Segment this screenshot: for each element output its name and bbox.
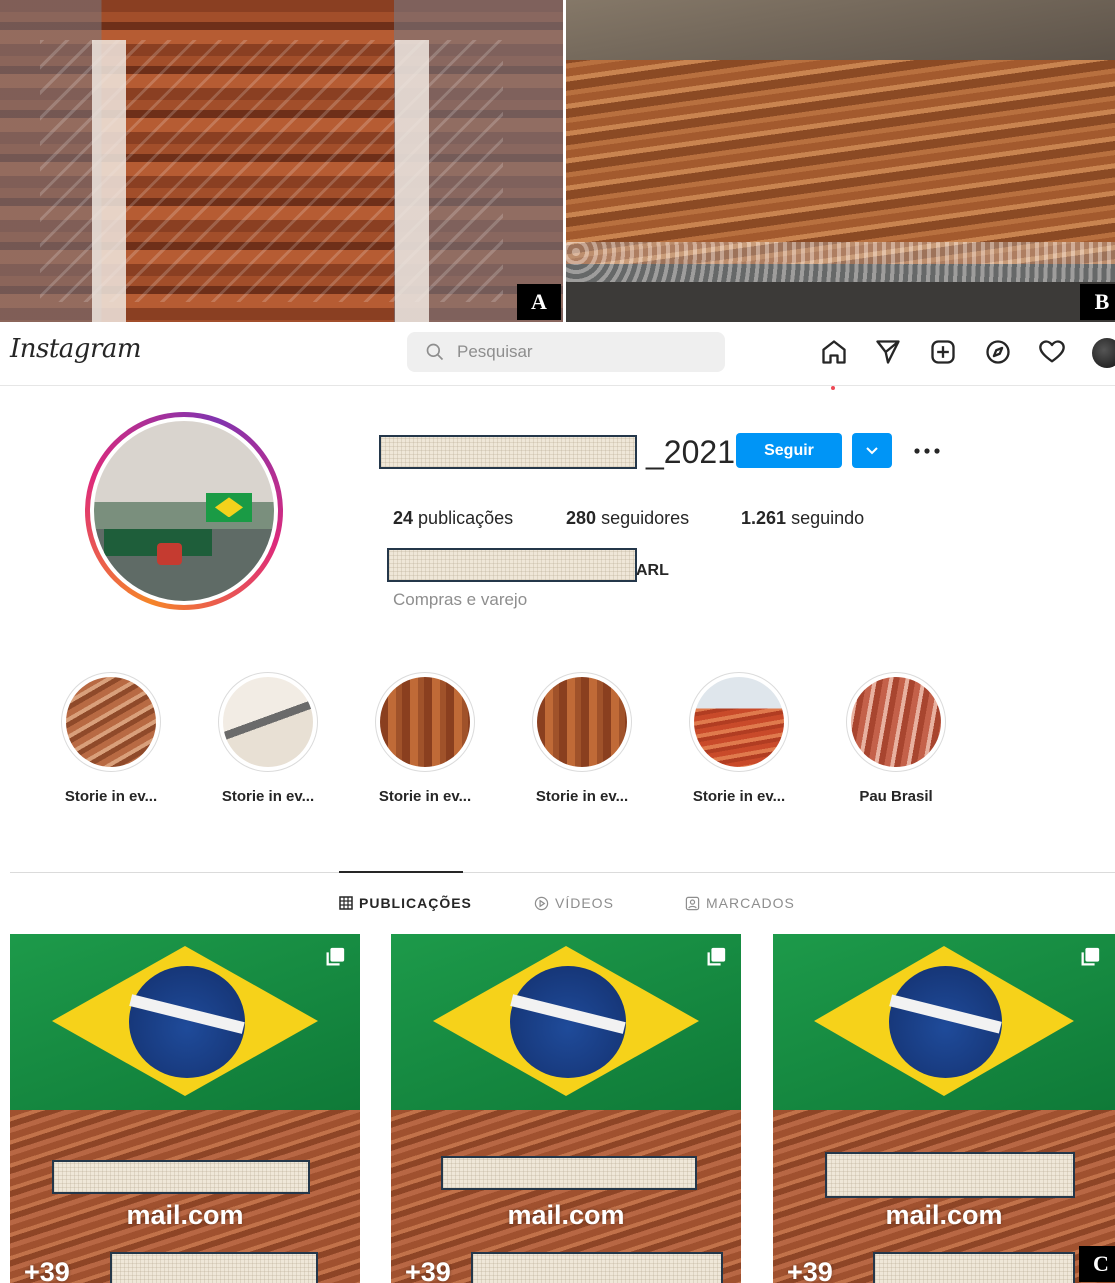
redacted-email bbox=[825, 1152, 1075, 1198]
redacted-email bbox=[441, 1156, 697, 1190]
active-tab-indicator bbox=[339, 871, 463, 873]
full-name: ARL bbox=[636, 562, 669, 579]
grid-icon bbox=[339, 896, 353, 910]
following-count[interactable]: 1.261 seguindo bbox=[741, 508, 864, 529]
redacted-phone bbox=[471, 1252, 723, 1283]
redacted-phone bbox=[873, 1252, 1075, 1283]
tab-label: MARCADOS bbox=[706, 895, 795, 911]
story-highlight[interactable]: Storie in ev... bbox=[218, 672, 318, 805]
story-highlight[interactable]: Storie in ev... bbox=[61, 672, 161, 805]
search-input[interactable] bbox=[407, 332, 725, 372]
tab-posts[interactable]: PUBLICAÇÕES bbox=[339, 895, 472, 911]
post-thumbnail[interactable]: mail.com +39 bbox=[773, 934, 1115, 1283]
compass-icon bbox=[986, 340, 1010, 364]
tab-tagged[interactable]: MARCADOS bbox=[685, 895, 795, 911]
highlight-label: Storie in ev... bbox=[535, 788, 629, 805]
redacted-fullname bbox=[387, 548, 637, 582]
highlight-thumbnail bbox=[851, 677, 941, 767]
followers-count[interactable]: 280 seguidores bbox=[566, 508, 689, 529]
play-circle-icon bbox=[534, 896, 549, 910]
category-label: Compras e varejo bbox=[393, 590, 528, 609]
direct-button[interactable] bbox=[872, 336, 904, 368]
panel-label-a: A bbox=[517, 284, 561, 320]
post-phone-text: +39 bbox=[405, 1257, 451, 1283]
bubble-wrap bbox=[566, 242, 1115, 282]
multiple-images-icon bbox=[326, 947, 345, 966]
highlight-thumbnail bbox=[66, 677, 156, 767]
highlight-thumbnail bbox=[537, 677, 627, 767]
post-email-text: mail.com bbox=[507, 1200, 625, 1230]
panel-label-b: B bbox=[1080, 284, 1115, 320]
follow-button[interactable]: Seguir bbox=[736, 433, 842, 468]
post-phone-text: +39 bbox=[24, 1257, 70, 1283]
highlight-thumbnail bbox=[380, 677, 470, 767]
suggested-accounts-button[interactable] bbox=[852, 433, 892, 468]
paper-plane-icon bbox=[876, 340, 900, 364]
top-navbar: Instagram bbox=[0, 322, 1115, 390]
multiple-images-icon bbox=[1081, 947, 1100, 966]
post-phone-text: +39 bbox=[787, 1257, 833, 1283]
photo-panel-a: A bbox=[0, 0, 563, 322]
multiple-images-icon bbox=[707, 947, 726, 966]
highlight-label: Storie in ev... bbox=[378, 788, 472, 805]
heart-icon bbox=[1039, 340, 1065, 363]
fragile-tape bbox=[92, 40, 126, 322]
username: _2021 bbox=[646, 434, 735, 470]
post-email-text: mail.com bbox=[126, 1200, 244, 1230]
home-button[interactable] bbox=[818, 336, 850, 368]
activity-button[interactable] bbox=[1036, 336, 1068, 368]
highlight-label: Pau Brasil bbox=[859, 788, 933, 805]
new-post-button[interactable] bbox=[927, 336, 959, 368]
story-highlight[interactable]: Storie in ev... bbox=[375, 672, 475, 805]
highlight-label: Storie in ev... bbox=[64, 788, 158, 805]
plus-square-icon bbox=[931, 340, 955, 364]
tabs-divider bbox=[10, 872, 1115, 873]
search-icon bbox=[426, 343, 444, 361]
photo-panel-b: B bbox=[566, 0, 1115, 322]
redacted-phone bbox=[110, 1252, 318, 1283]
highlight-label: Storie in ev... bbox=[692, 788, 786, 805]
notification-dot bbox=[831, 386, 835, 390]
explore-button[interactable] bbox=[982, 336, 1014, 368]
profile-picture[interactable] bbox=[85, 412, 283, 610]
tab-label: VÍDEOS bbox=[555, 895, 614, 911]
fragile-tape bbox=[395, 40, 429, 322]
story-highlight[interactable]: Pau Brasil bbox=[846, 672, 946, 805]
story-highlight[interactable]: Storie in ev... bbox=[532, 672, 632, 805]
cardboard-flap bbox=[566, 0, 1115, 60]
home-icon bbox=[822, 340, 846, 364]
brazil-flag bbox=[205, 493, 253, 522]
redacted-email bbox=[52, 1160, 310, 1194]
tab-videos[interactable]: VÍDEOS bbox=[534, 895, 614, 911]
post-thumbnail[interactable]: mail.com +39 bbox=[391, 934, 741, 1283]
instagram-logo[interactable]: Instagram bbox=[10, 334, 142, 364]
post-email-text: mail.com bbox=[885, 1200, 1003, 1230]
redacted-username bbox=[379, 435, 637, 469]
panel-label-c: C bbox=[1079, 1246, 1115, 1282]
options-button[interactable] bbox=[910, 438, 944, 464]
post-thumbnail[interactable]: mail.com +39 bbox=[10, 934, 360, 1283]
tab-label: PUBLICAÇÕES bbox=[359, 895, 472, 911]
highlight-thumbnail bbox=[223, 677, 313, 767]
avatar[interactable] bbox=[1092, 338, 1115, 368]
highlight-label: Storie in ev... bbox=[221, 788, 315, 805]
posts-count: 24 publicações bbox=[393, 508, 514, 528]
highlight-thumbnail bbox=[694, 677, 784, 767]
tag-icon bbox=[685, 896, 700, 910]
story-highlight[interactable]: Storie in ev... bbox=[689, 672, 789, 805]
more-options-icon bbox=[914, 448, 940, 454]
chevron-down-icon bbox=[866, 446, 878, 454]
